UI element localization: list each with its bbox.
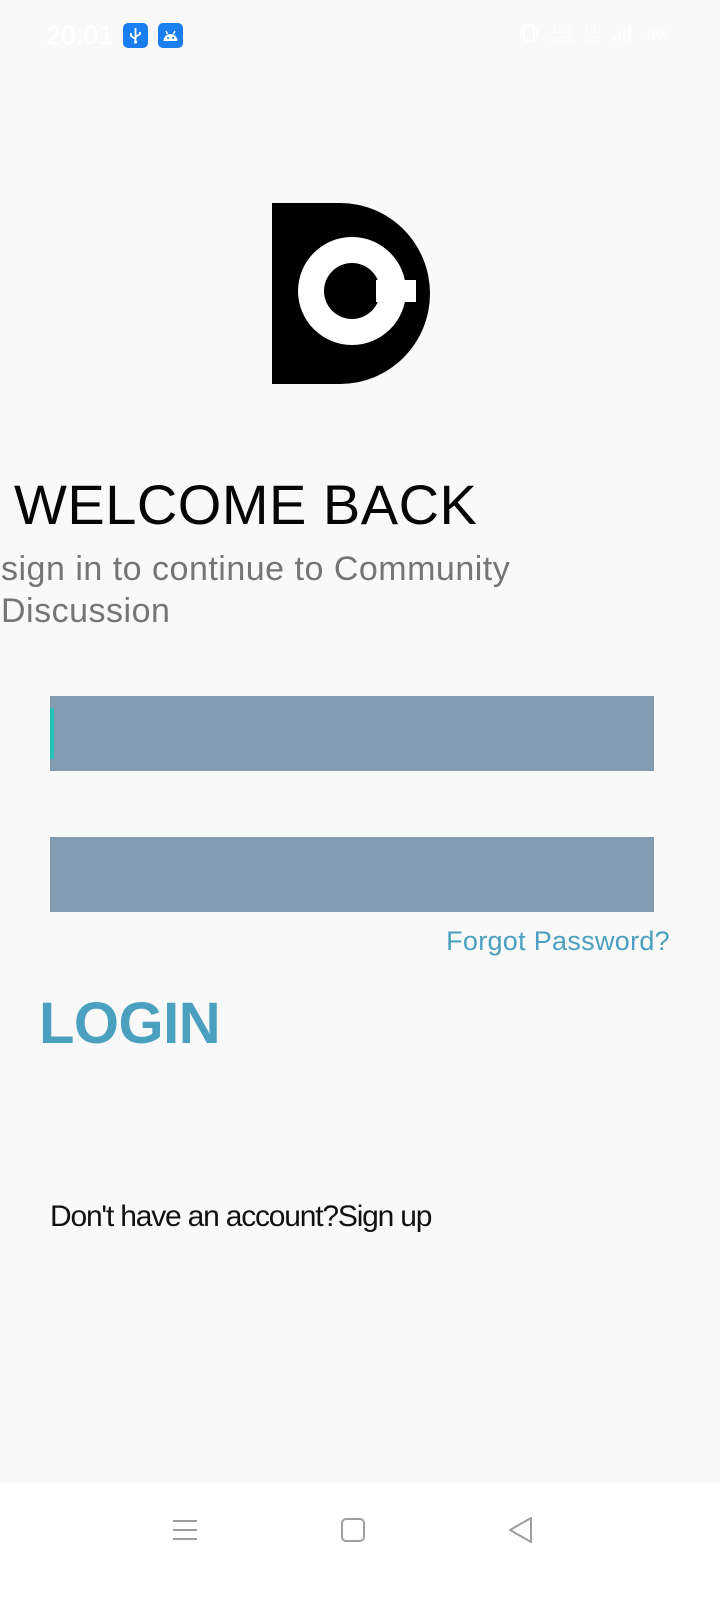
network-speed-icon: 12.0 KB/S xyxy=(549,23,575,47)
text-cursor xyxy=(50,708,54,759)
signup-row: Don't have an account?Sign up xyxy=(50,1200,433,1234)
status-bar: 20:01 12.0 KB/S HD 4G 8% xyxy=(0,0,720,72)
page-title: WELCOME BACK xyxy=(14,473,478,536)
page-subtitle: sign in to continue to Community Discuss… xyxy=(1,550,511,630)
email-field[interactable] xyxy=(50,696,654,771)
home-icon[interactable] xyxy=(323,1510,383,1550)
back-icon[interactable] xyxy=(490,1510,550,1550)
hd-volte-icon: HD 4G xyxy=(584,23,601,47)
menu-icon[interactable] xyxy=(155,1510,215,1550)
vibrate-icon xyxy=(518,22,540,49)
signup-link[interactable]: Sign up xyxy=(338,1200,433,1233)
signup-prompt: Don't have an account? xyxy=(50,1200,339,1233)
usb-icon xyxy=(123,23,148,48)
app-logo xyxy=(272,203,430,384)
status-time: 20:01 xyxy=(46,20,114,50)
signal-icon xyxy=(611,24,637,47)
android-icon xyxy=(158,23,183,48)
login-button[interactable]: LOGIN xyxy=(39,990,221,1057)
password-field[interactable] xyxy=(50,837,654,912)
navigation-bar xyxy=(0,1482,720,1600)
status-right-group: 12.0 KB/S HD 4G 8% xyxy=(518,22,670,49)
forgot-password-link[interactable]: Forgot Password? xyxy=(446,926,670,957)
battery-icon: 8% xyxy=(646,26,670,44)
